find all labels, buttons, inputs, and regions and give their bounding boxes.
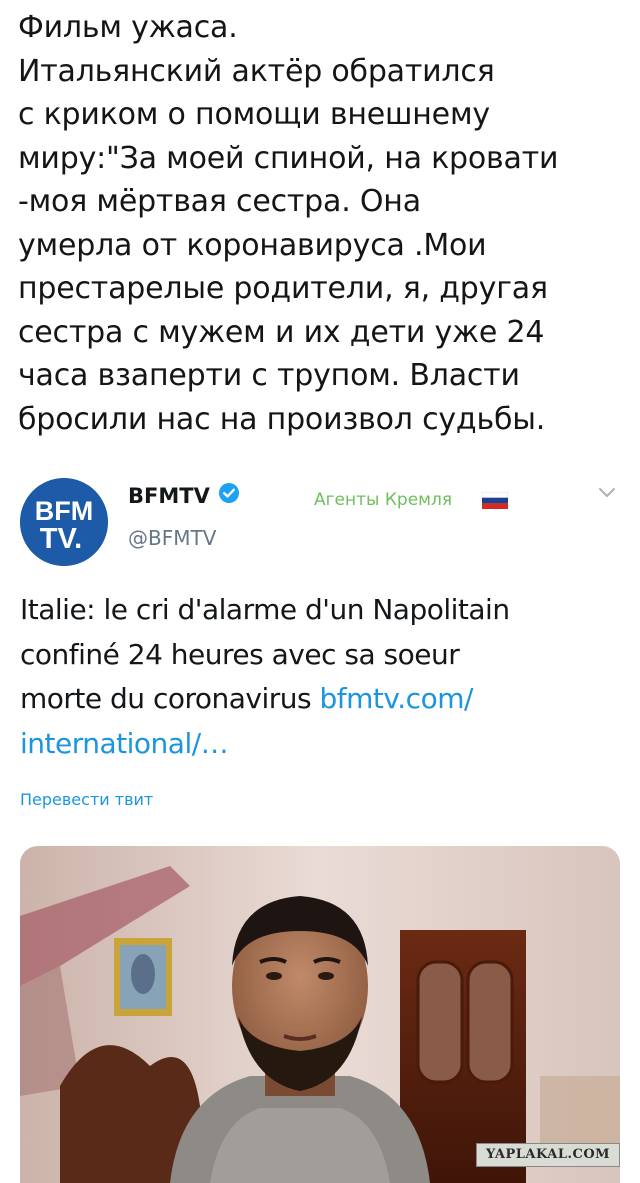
tweet-link[interactable]: bfmtv.com/ [320, 682, 474, 715]
caption-line: миру:"За моей спиной, на кровати [18, 140, 559, 176]
tweet-header: BFM TV. BFMTV @BFMTV Агенты Кремля [0, 470, 640, 566]
caption-line: умерла от коронавируса .Мои [18, 227, 487, 263]
caption-line: престарелые родители, я, другая [18, 271, 548, 306]
tweet-text-line: Italie: le cri d'alarme d'un Napolitain [20, 593, 510, 626]
caption-line: Итальянский актёр обратился [18, 53, 495, 89]
chevron-down-icon[interactable] [598, 486, 616, 500]
account-label: Агенты Кремля [314, 490, 453, 510]
bfmtv-avatar[interactable]: BFM TV. [20, 478, 108, 566]
tweet-link-continued[interactable]: international/… [20, 722, 620, 767]
tweet-text-fragment: morte du coronavirus [20, 682, 320, 715]
caption-line: сестра с мужем и их дети уже 24 [18, 314, 545, 350]
tweet-text-line: confiné 24 heures avec sa soeur [20, 637, 460, 671]
author-name[interactable]: BFMTV [128, 484, 210, 508]
bfmtv-logo-icon: BFM TV. [20, 478, 108, 566]
caption-line: с криком о помощи внешнему [18, 97, 490, 132]
watermark: YAPLAKAL.COM [476, 1143, 620, 1167]
tweet-text-line: morte du coronavirus bfmtv.com/ [20, 677, 620, 722]
tweet-media-image[interactable] [20, 846, 620, 1183]
verified-badge-icon [219, 483, 239, 503]
caption-text: Фильм ужаса. Итальянский актёр обратился… [18, 6, 628, 441]
logo-text-top: BFM [35, 496, 93, 526]
caption-line: часа взаперти с трупом. Власти [18, 358, 520, 393]
caption-line: бросили нас на произвол судьбы. [18, 401, 546, 437]
caption-line: -моя мёртвая сестра. Она [18, 184, 421, 219]
tweet-text: Italie: le cri d'alarme d'un Napolitain … [20, 588, 620, 766]
translate-tweet-link[interactable]: Перевести твит [20, 790, 153, 809]
russia-flag-icon [482, 492, 508, 509]
logo-text-bottom: TV. [40, 523, 82, 555]
author-handle[interactable]: @BFMTV [128, 526, 216, 550]
video-frame-photo [20, 846, 620, 1183]
caption-line: Фильм ужаса. [18, 10, 238, 45]
